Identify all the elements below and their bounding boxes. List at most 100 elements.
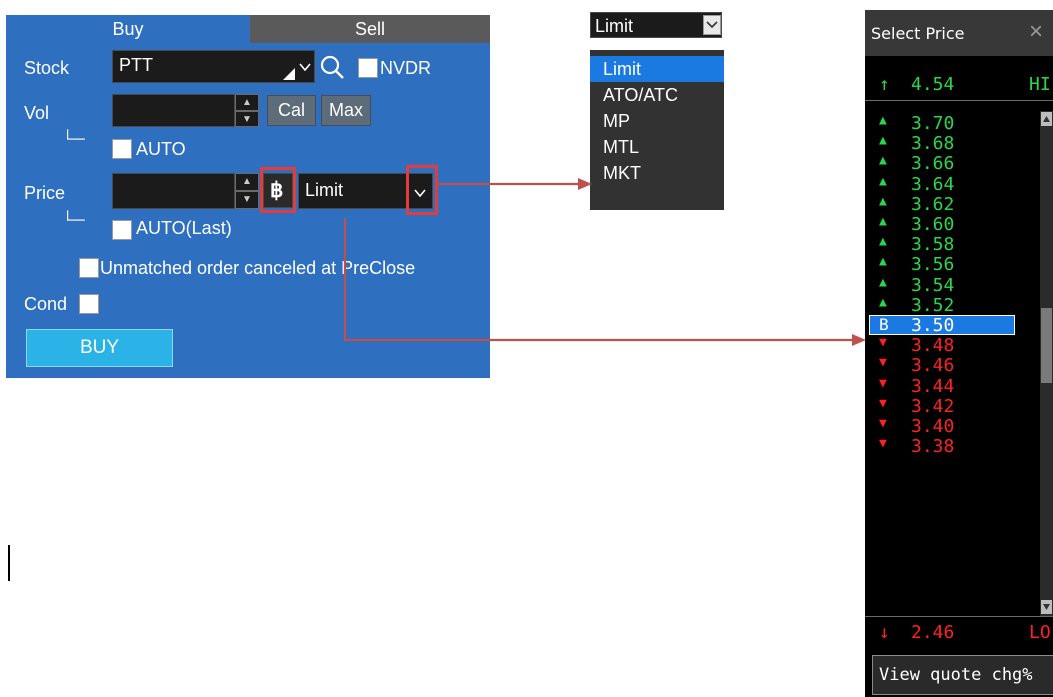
- price-value: 3.50: [911, 315, 955, 336]
- tab-buy[interactable]: Buy: [6, 15, 250, 43]
- order-type-dropdown-header[interactable]: Limit: [590, 12, 722, 38]
- triangle-up-icon: ▲: [879, 193, 887, 209]
- triangle-up-icon: ▲: [879, 234, 887, 250]
- price-value: 3.66: [911, 153, 955, 175]
- baht-icon[interactable]: ฿: [263, 173, 293, 208]
- chevron-down-icon[interactable]: [299, 62, 311, 72]
- price-row[interactable]: ▼ 3.38: [865, 436, 1053, 457]
- select-price-header: Select Price ×: [865, 10, 1053, 56]
- tree-connector: └─: [62, 212, 85, 229]
- dropdown-option[interactable]: MP: [590, 108, 724, 134]
- triangle-up-icon: ▲: [879, 294, 887, 310]
- price-auto-last-label: AUTO(Last): [136, 218, 232, 238]
- triangle-down-icon: ▼: [879, 335, 887, 351]
- price-row[interactable]: ▲ 3.62: [865, 194, 1053, 215]
- price-value: 3.68: [911, 133, 955, 155]
- price-row[interactable]: B 3.50: [865, 315, 1053, 336]
- nvdr-checkbox[interactable]: [358, 58, 378, 78]
- high-price-row[interactable]: ↑ 4.54 HI: [865, 74, 1053, 95]
- price-row[interactable]: ▲ 3.60: [865, 214, 1053, 235]
- price-auto-last-checkbox[interactable]: [112, 220, 132, 240]
- price-row[interactable]: ▲ 3.68: [865, 133, 1053, 154]
- cal-button[interactable]: Cal: [267, 95, 316, 126]
- unmatched-checkbox[interactable]: [79, 258, 99, 278]
- vol-input[interactable]: [112, 94, 235, 127]
- price-input[interactable]: [112, 173, 235, 209]
- low-price-row[interactable]: ↓ 2.46 LO: [865, 622, 1053, 643]
- price-row[interactable]: ▲ 3.54: [865, 275, 1053, 296]
- triangle-up-icon: ▲: [879, 274, 887, 290]
- stock-label: Stock: [24, 58, 70, 78]
- scroll-up-button[interactable]: [1041, 112, 1052, 126]
- price-row[interactable]: ▲ 3.58: [865, 234, 1053, 255]
- high-price-value: 4.54: [911, 74, 955, 95]
- price-value: 3.56: [911, 254, 955, 276]
- dropdown-option[interactable]: Limit: [590, 56, 724, 82]
- triangle-down-icon: ▼: [879, 395, 887, 411]
- select-price-title: Select Price: [871, 24, 965, 43]
- divider: [865, 616, 1053, 617]
- select-price-panel: Select Price × ↑ 4.54 HI ▲ 3.70 ▲ 3.68 ▲ 3.66…: [865, 10, 1053, 697]
- price-row[interactable]: ▼ 3.48: [865, 335, 1053, 356]
- price-row[interactable]: ▼ 3.46: [865, 355, 1053, 376]
- order-panel: Buy Sell Stock PTT NVDR Vol ▲ ▼ Cal Max …: [6, 15, 490, 378]
- price-row[interactable]: ▲ 3.64: [865, 174, 1053, 195]
- price-value: 3.52: [911, 294, 955, 316]
- high-tag: HI: [1029, 74, 1051, 95]
- price-row[interactable]: ▼ 3.44: [865, 376, 1053, 397]
- triangle-down-icon: ▼: [879, 375, 887, 391]
- tab-sell[interactable]: Sell: [250, 15, 490, 43]
- price-decrement-button[interactable]: ▼: [235, 191, 259, 209]
- price-row[interactable]: ▼ 3.42: [865, 396, 1053, 417]
- dropdown-option[interactable]: MKT: [590, 160, 724, 186]
- text-cursor: [8, 545, 10, 581]
- price-value: 3.46: [911, 355, 955, 377]
- price-row[interactable]: ▲ 3.70: [865, 113, 1053, 134]
- price-value: 3.58: [911, 234, 955, 256]
- triangle-up-icon: ▲: [879, 133, 887, 149]
- close-icon[interactable]: ×: [1029, 18, 1043, 46]
- scroll-down-button[interactable]: [1041, 600, 1052, 614]
- cond-checkbox[interactable]: [79, 294, 99, 314]
- triangle-up-icon: ▲: [879, 214, 887, 229]
- cond-label: Cond: [24, 294, 68, 314]
- triangle-down-icon: ▼: [879, 436, 887, 452]
- chevron-down-icon[interactable]: [703, 15, 721, 35]
- price-scrollbar[interactable]: [1040, 111, 1053, 616]
- price-value: 3.38: [911, 436, 955, 458]
- price-value: 3.60: [911, 214, 955, 235]
- vol-decrement-button[interactable]: ▼: [235, 111, 259, 127]
- triangle-up-icon: ▲: [879, 254, 887, 270]
- max-button[interactable]: Max: [321, 95, 371, 126]
- order-type-value: Limit: [305, 180, 344, 200]
- scroll-thumb[interactable]: [1041, 308, 1052, 383]
- stock-input[interactable]: PTT: [112, 50, 315, 83]
- low-tag: LO: [1029, 622, 1051, 643]
- vol-increment-button[interactable]: ▲: [235, 94, 259, 111]
- buy-button[interactable]: BUY: [26, 329, 173, 367]
- price-row[interactable]: ▲ 3.52: [865, 295, 1053, 316]
- triangle-down-icon: ▼: [879, 355, 887, 371]
- price-row[interactable]: ▲ 3.56: [865, 254, 1053, 275]
- dropdown-option[interactable]: MTL: [590, 134, 724, 160]
- arrow-down-icon: ↓: [879, 622, 890, 643]
- vol-auto-label: AUTO: [136, 139, 186, 159]
- price-value: 3.42: [911, 395, 955, 417]
- price-row[interactable]: ▼ 3.40: [865, 416, 1053, 437]
- triangle-up-icon: ▲: [879, 173, 887, 189]
- price-value: 3.70: [911, 113, 955, 134]
- view-quote-chg-button[interactable]: View quote chg%: [872, 655, 1053, 695]
- baht-glyph: ฿: [270, 179, 284, 202]
- highlight-outline: [406, 165, 438, 215]
- vol-auto-checkbox[interactable]: [112, 139, 132, 159]
- vol-label: Vol: [24, 103, 50, 123]
- unmatched-label: Unmatched order canceled at PreClose: [100, 258, 416, 278]
- price-row[interactable]: ▲ 3.66: [865, 153, 1053, 174]
- dropdown-option[interactable]: ATO/ATC: [590, 82, 724, 108]
- price-increment-button[interactable]: ▲: [235, 173, 259, 191]
- nvdr-label: NVDR: [380, 58, 432, 78]
- search-icon[interactable]: [316, 52, 350, 82]
- resize-corner-icon: [283, 68, 295, 80]
- price-value: 3.44: [911, 375, 955, 397]
- arrow-head: [852, 334, 866, 346]
